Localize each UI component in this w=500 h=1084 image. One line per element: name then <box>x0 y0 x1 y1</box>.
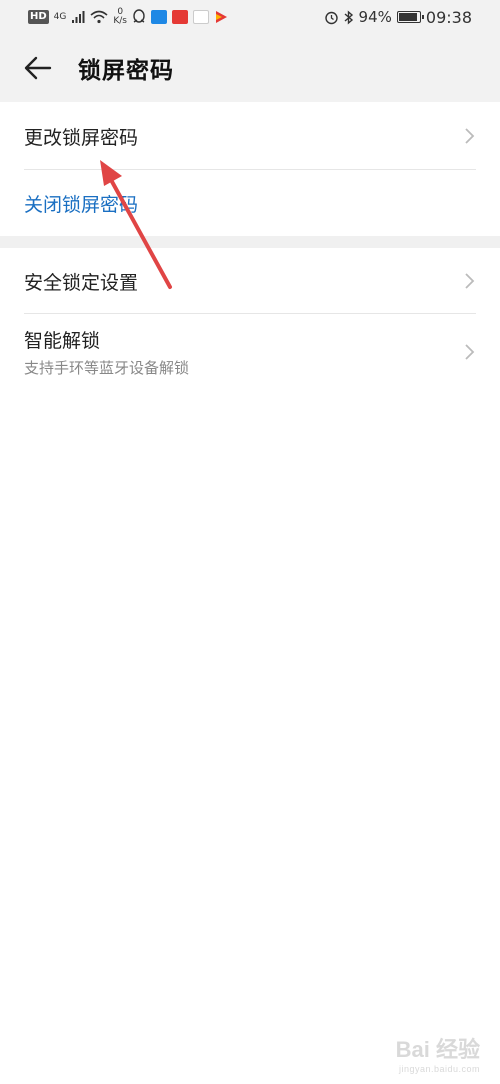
chevron-right-icon <box>465 344 475 360</box>
signal-icon <box>72 11 85 23</box>
smart-unlock-item[interactable]: 智能解锁 支持手环等蓝牙设备解锁 <box>0 314 500 390</box>
item-label: 更改锁屏密码 <box>24 126 139 149</box>
chevron-right-icon <box>465 128 475 144</box>
back-arrow-icon <box>24 56 52 80</box>
item-label: 安全锁定设置 <box>24 271 139 294</box>
item-label: 智能解锁 <box>24 330 101 352</box>
item-label: 关闭锁屏密码 <box>24 193 139 216</box>
section-gap <box>0 236 500 248</box>
disable-lock-password-item[interactable]: 关闭锁屏密码 <box>0 170 500 236</box>
watermark: Bai 经验 jingyan.baidu.com <box>395 1037 480 1074</box>
item-sublabel: 支持手环等蓝牙设备解锁 <box>24 359 190 377</box>
clock: 09:38 <box>425 7 472 27</box>
change-lock-password-item[interactable]: 更改锁屏密码 <box>0 102 500 170</box>
battery-percent: 94% <box>358 8 392 26</box>
chevron-right-icon <box>465 273 475 289</box>
top-area: HD 4G 0 K/s 94% 09:38 锁屏密码 <box>0 0 500 102</box>
header: 锁屏密码 <box>0 34 500 102</box>
page-title: 锁屏密码 <box>78 58 174 84</box>
alarm-icon <box>324 11 338 24</box>
wifi-icon <box>90 10 108 24</box>
network-speed: 0 K/s <box>113 7 127 26</box>
bluetooth-icon <box>344 9 353 25</box>
security-lock-settings-item[interactable]: 安全锁定设置 <box>0 248 500 314</box>
news-app-icon <box>172 10 188 24</box>
hd-badge: HD <box>28 10 49 24</box>
status-bar: HD 4G 0 K/s 94% 09:38 <box>0 0 500 34</box>
battery-icon <box>396 11 424 23</box>
tianmao-app-icon <box>193 10 209 24</box>
network-type: 4G <box>53 11 67 22</box>
video-app-icon <box>216 11 227 23</box>
mail-app-icon <box>151 10 167 24</box>
back-button[interactable] <box>22 52 54 84</box>
qq-icon <box>133 9 145 23</box>
